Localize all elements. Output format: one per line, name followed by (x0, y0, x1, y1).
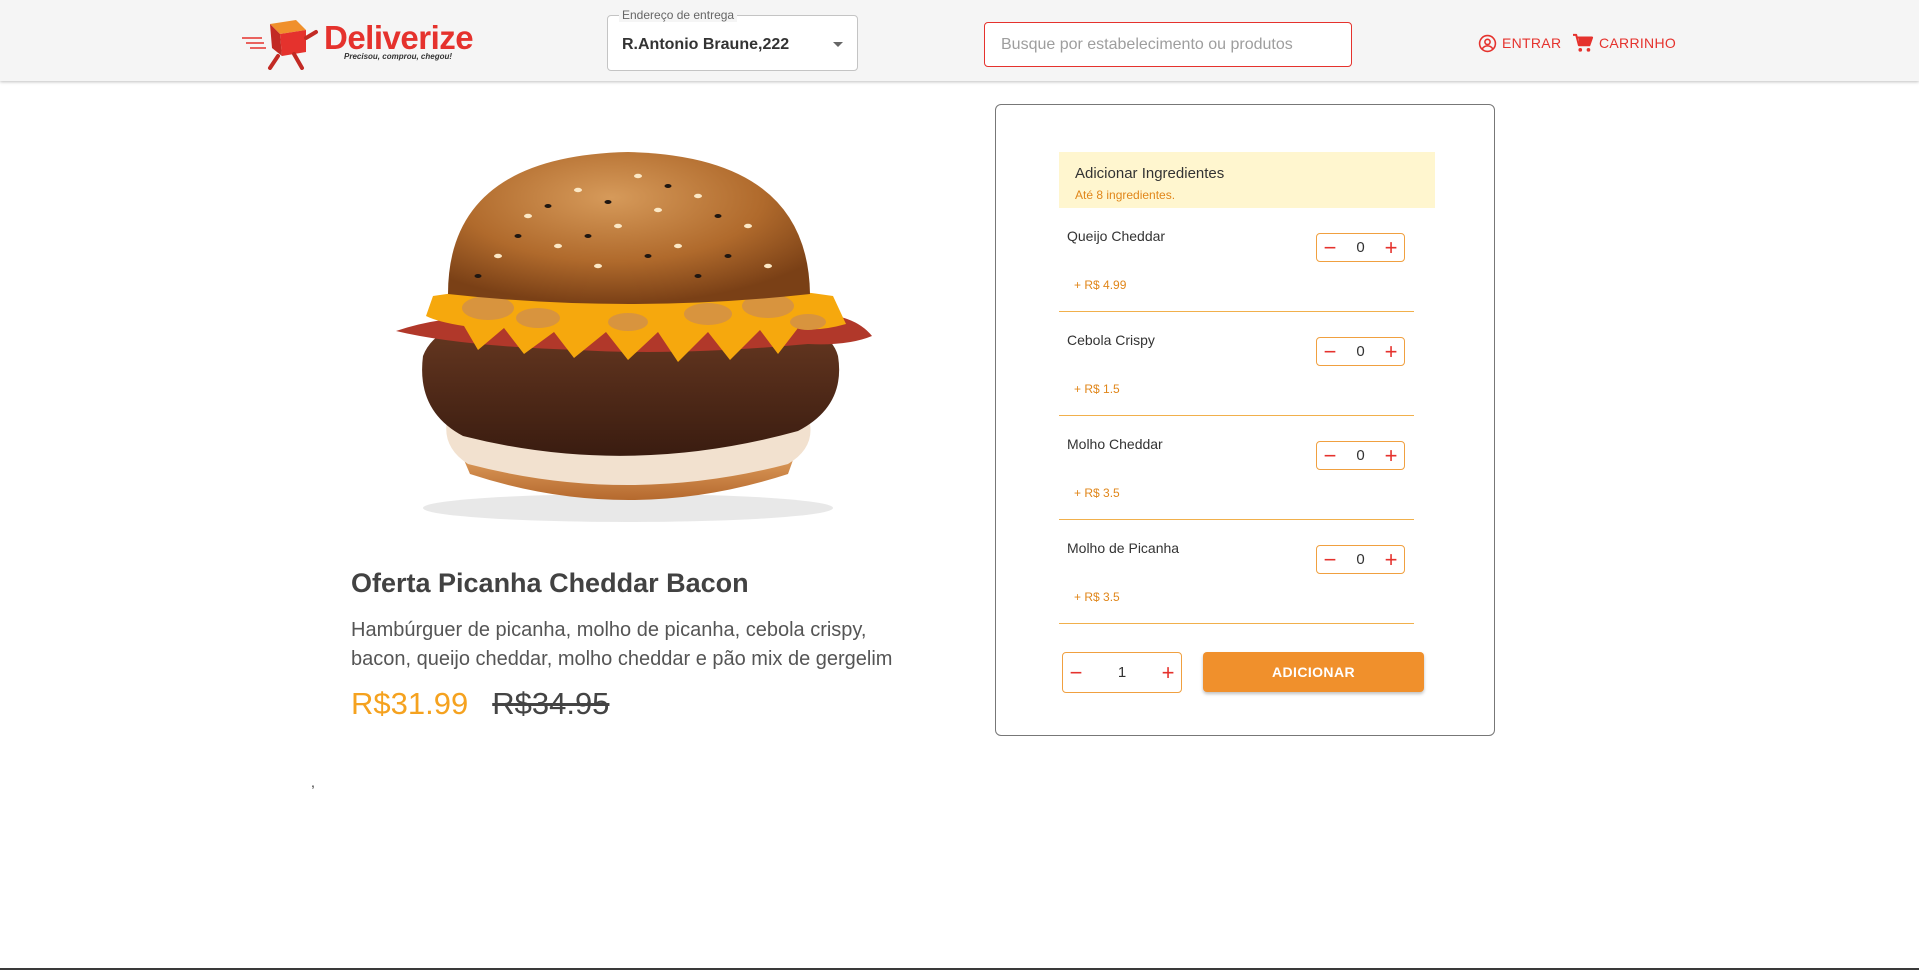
delivery-address-label: Endereço de entrega (619, 8, 738, 22)
minus-icon[interactable]: − (1063, 660, 1089, 686)
product-old-price: R$34.95 (492, 686, 610, 721)
ingredient-item: Molho Cheddar + R$ 3.5 − 0 + (1059, 416, 1414, 520)
ingredients-title: Adicionar Ingredientes (1075, 165, 1225, 182)
ingredients-subtitle: Até 8 ingredientes. (1075, 188, 1176, 202)
plus-icon[interactable]: + (1378, 235, 1404, 261)
ingredient-qty-value: 0 (1356, 239, 1365, 256)
ingredient-qty-value: 0 (1356, 343, 1365, 360)
minus-icon[interactable]: − (1317, 443, 1343, 469)
ingredients-card: Adicionar Ingredientes Até 8 ingrediente… (995, 104, 1495, 736)
ingredient-price: + R$ 3.5 (1074, 486, 1120, 500)
login-button[interactable]: ENTRAR (1478, 30, 1561, 56)
cart-button[interactable]: CARRINHO (1572, 30, 1676, 56)
user-circle-icon (1478, 34, 1497, 52)
ingredient-qty-stepper: − 0 + (1316, 233, 1405, 262)
ingredient-item: Cebola Crispy + R$ 1.5 − 0 + (1059, 312, 1414, 416)
ingredient-name: Queijo Cheddar (1067, 228, 1166, 244)
ingredient-name: Molho Cheddar (1067, 436, 1163, 452)
product-name: Oferta Picanha Cheddar Bacon (351, 568, 749, 598)
add-to-cart-button[interactable]: ADICIONAR (1203, 652, 1424, 692)
cart-icon (1573, 33, 1594, 52)
minus-icon[interactable]: − (1317, 547, 1343, 573)
delivery-runner-logo-icon (242, 20, 318, 70)
minus-icon[interactable]: − (1317, 339, 1343, 365)
ingredient-qty-stepper: − 0 + (1316, 545, 1405, 574)
login-label: ENTRAR (1502, 35, 1562, 51)
burger-product-image (396, 152, 872, 522)
ingredient-name: Cebola Crispy (1067, 332, 1155, 348)
product-price: R$31.99 (351, 686, 469, 721)
ingredient-qty-stepper: − 0 + (1316, 337, 1405, 366)
delivery-address-value: R.Antonio Braune,222 (622, 36, 790, 53)
top-header: Deliverize Precisou, comprou, chegou! En… (0, 0, 1919, 81)
price-row: R$31.99 R$34.95 (351, 686, 609, 722)
minus-icon[interactable]: − (1317, 235, 1343, 261)
dropdown-caret-icon[interactable] (833, 42, 843, 47)
plus-icon[interactable]: + (1378, 339, 1404, 365)
order-qty-stepper: − 1 + (1062, 652, 1182, 693)
search-input[interactable] (984, 22, 1352, 67)
ingredient-price: + R$ 3.5 (1074, 590, 1120, 604)
ingredient-price: + R$ 1.5 (1074, 382, 1120, 396)
stray-text: , (311, 774, 315, 790)
delivery-address-select[interactable]: Endereço de entrega R.Antonio Braune,222 (607, 8, 858, 71)
cart-label: CARRINHO (1599, 35, 1677, 51)
deliverize-logo[interactable]: Deliverize Precisou, comprou, chegou! (240, 16, 475, 70)
plus-icon[interactable]: + (1378, 547, 1404, 573)
ingredient-qty-value: 0 (1356, 447, 1365, 464)
ingredient-item: Molho de Picanha + R$ 3.5 − 0 + (1059, 520, 1414, 624)
order-qty-value: 1 (1117, 664, 1127, 681)
ingredient-price: + R$ 4.99 (1074, 278, 1127, 292)
ingredient-name: Molho de Picanha (1067, 540, 1180, 556)
plus-icon[interactable]: + (1378, 443, 1404, 469)
ingredient-qty-value: 0 (1356, 551, 1365, 568)
plus-icon[interactable]: + (1155, 660, 1181, 686)
ingredient-item: Queijo Cheddar + R$ 4.99 − 0 + (1059, 208, 1414, 312)
logo-tagline: Precisou, comprou, chegou! (344, 52, 453, 61)
ingredients-header: Adicionar Ingredientes Até 8 ingrediente… (1059, 152, 1435, 208)
product-description: Hambúrguer de picanha, molho de picanha,… (351, 619, 893, 670)
ingredient-qty-stepper: − 0 + (1316, 441, 1405, 470)
